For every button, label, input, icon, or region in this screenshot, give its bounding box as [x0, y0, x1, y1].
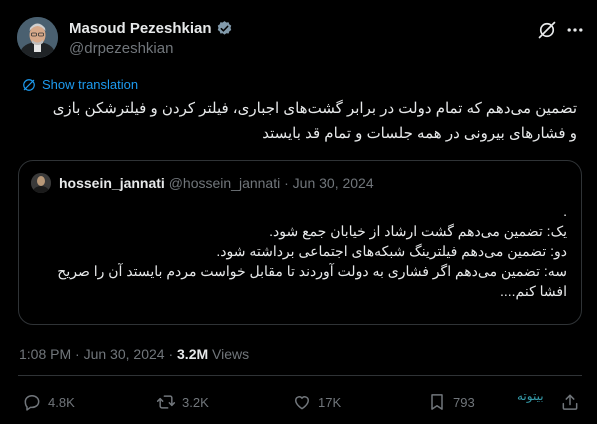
- quote-date[interactable]: Jun 30, 2024: [293, 175, 374, 191]
- action-bar: 4.8K 3.2K 17K 793: [0, 392, 597, 416]
- meta-separator: ·: [168, 346, 174, 362]
- repost-button[interactable]: 3.2K: [156, 392, 209, 412]
- tweet-meta: 1:08 PM · Jun 30, 2024 · 3.2M Views: [19, 346, 249, 362]
- tweet-date[interactable]: Jun 30, 2024: [84, 346, 165, 362]
- share-icon: [562, 394, 578, 410]
- translate-icon: [22, 78, 36, 92]
- repost-count: 3.2K: [182, 394, 209, 410]
- quoted-tweet-card[interactable]: hossein_jannati @hossein_jannati · Jun 3…: [18, 160, 582, 325]
- watermark-logo: بیتوته: [517, 389, 544, 403]
- quote-body: . یک: تضمین می‌دهم گشت ارشاد از خیابان ج…: [27, 201, 567, 301]
- like-count: 17K: [318, 394, 342, 410]
- quote-line: افشا کنم....: [500, 283, 567, 299]
- reply-button[interactable]: 4.8K: [22, 392, 75, 412]
- divider: [18, 375, 582, 376]
- verified-badge-icon: [216, 20, 233, 37]
- repost-icon: [156, 395, 176, 409]
- heart-icon: [295, 396, 309, 410]
- quote-separator: ·: [284, 175, 289, 191]
- like-button[interactable]: 17K: [292, 392, 341, 412]
- bookmark-button[interactable]: 793: [427, 392, 475, 412]
- quote-avatar[interactable]: [31, 173, 51, 193]
- bookmark-icon: [431, 394, 443, 410]
- quote-author-name[interactable]: hossein_jannati: [59, 175, 165, 191]
- quote-line: سه: تضمین می‌دهم اگر فشاری به دولت آوردن…: [57, 263, 567, 279]
- show-translation-link[interactable]: Show translation: [42, 77, 138, 92]
- tweet-text: تضمین می‌دهم که تمام دولت در برابر گشت‌ه…: [17, 96, 577, 146]
- tweet-text-line: تضمین می‌دهم که تمام دولت در برابر گشت‌ه…: [52, 100, 577, 117]
- grok-icon[interactable]: [537, 20, 557, 40]
- quote-line: .: [563, 203, 567, 219]
- quote-author-handle[interactable]: @hossein_jannati: [169, 175, 281, 191]
- views-label: Views: [212, 346, 250, 362]
- share-button[interactable]: [560, 392, 580, 412]
- meta-separator: ·: [75, 346, 80, 362]
- author-name[interactable]: Masoud Pezeshkian: [69, 20, 212, 37]
- tweet-time[interactable]: 1:08 PM: [19, 346, 71, 362]
- author-avatar[interactable]: [17, 17, 58, 58]
- reply-count: 4.8K: [48, 394, 75, 410]
- reply-icon: [24, 395, 40, 411]
- author-handle[interactable]: @drpezeshkian: [69, 40, 173, 57]
- views-count: 3.2M: [177, 346, 209, 362]
- quote-line: دو: تضمین می‌دهم فیلترینگ شبکه‌های اجتما…: [216, 243, 567, 259]
- more-options-icon[interactable]: [565, 20, 585, 40]
- bookmark-count: 793: [453, 394, 475, 410]
- tweet-text-line: و فشارهای بیرونی در همه جلسات و تمام قد …: [262, 125, 577, 142]
- quote-line: یک: تضمین می‌دهم گشت ارشاد از خیابان جمع…: [269, 223, 567, 239]
